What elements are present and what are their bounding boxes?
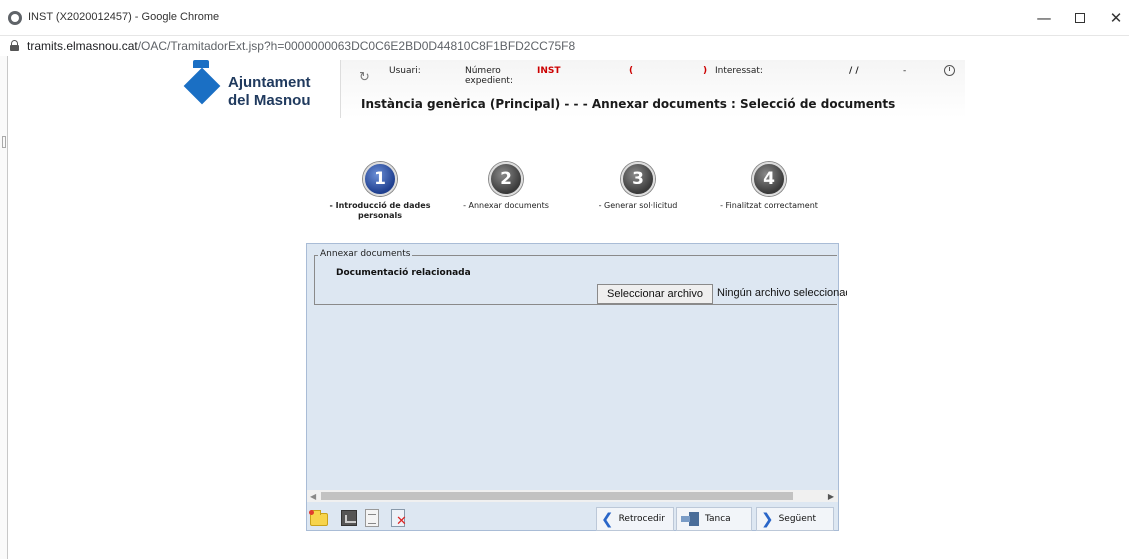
maximize-icon: [1075, 13, 1085, 23]
step-2: 2 - Annexar documents: [446, 162, 566, 211]
minimize-button[interactable]: —: [1024, 4, 1064, 32]
back-label: Retrocedir: [618, 514, 665, 524]
horizontal-scrollbar[interactable]: ◀ ▶: [307, 490, 838, 502]
date-value: / /: [849, 66, 859, 76]
document-icon[interactable]: [362, 508, 382, 528]
logo-line2: del Masnou: [228, 92, 311, 109]
chevron-left-icon: ❮: [601, 510, 614, 528]
step-4: 4 - Finalitzat correctament: [709, 162, 829, 211]
step-3-label: - Generar sol·licitud: [598, 201, 678, 210]
step-4-label: - Finalitzat correctament: [720, 201, 818, 210]
maximize-button[interactable]: [1060, 4, 1100, 32]
numero-label-2: expedient:: [465, 76, 513, 86]
delete-document-icon[interactable]: ✕: [389, 508, 409, 529]
scroll-right-icon[interactable]: ▶: [828, 492, 834, 501]
select-file-button[interactable]: Seleccionar archivo: [597, 284, 713, 304]
back-button[interactable]: ❮ Retrocedir: [596, 507, 674, 531]
image-icon[interactable]: [339, 508, 359, 528]
exit-door-icon: [681, 512, 701, 526]
globe-icon: [8, 11, 22, 25]
documents-panel: Annexar documents Documentació relaciona…: [306, 243, 847, 531]
chevron-right-icon: ❯: [761, 510, 774, 528]
folder-new-icon[interactable]: [309, 508, 329, 528]
step-1-label: - Introducció de dades personals: [329, 201, 431, 220]
left-window-edge: [0, 56, 8, 559]
page-title: Instància genèrica (Principal) - - - Ann…: [361, 97, 896, 111]
step-1: 1 - Introducció de dades personals: [320, 162, 440, 221]
next-button[interactable]: ❯ Següent: [756, 507, 834, 531]
interessat-label: Interessat:: [715, 66, 763, 76]
scroll-left-icon[interactable]: ◀: [310, 492, 316, 501]
file-status-text: Ningún archivo seleccionado: [717, 287, 847, 299]
lock-icon: [10, 40, 19, 51]
refresh-icon[interactable]: ↻: [359, 70, 377, 88]
step-3-number: 3: [621, 162, 655, 196]
close-button[interactable]: Tanca: [676, 507, 752, 531]
url-path: /OAC/TramitadorExt.jsp?h=0000000063DC0C6…: [137, 39, 576, 53]
step-2-number: 2: [489, 162, 523, 196]
scrollbar-thumb[interactable]: [321, 492, 793, 500]
address-bar[interactable]: tramits.elmasnou.cat/OAC/TramitadorExt.j…: [0, 36, 1129, 56]
next-label: Següent: [778, 514, 817, 524]
ajuntament-logo: Ajuntament del Masnou: [183, 58, 315, 114]
paren-open: (: [629, 66, 634, 76]
step-4-number: 4: [752, 162, 786, 196]
paren-close: ): [703, 66, 708, 76]
inst-value: INST: [537, 66, 561, 76]
annexar-fieldset: Annexar documents Documentació relaciona…: [314, 249, 847, 305]
time-separator: -: [903, 66, 907, 76]
url-text[interactable]: tramits.elmasnou.cat/OAC/TramitadorExt.j…: [27, 39, 575, 53]
emblem-icon: [183, 67, 221, 105]
url-domain: tramits.elmasnou.cat: [27, 39, 138, 53]
close-label: Tanca: [705, 514, 731, 524]
step-2-label: - Annexar documents: [463, 201, 549, 210]
step-3: 3 - Generar sol·licitud: [578, 162, 698, 211]
logo-line1: Ajuntament: [228, 74, 311, 91]
fieldset-legend: Annexar documents: [318, 249, 413, 259]
documentacio-label: Documentació relacionada: [336, 268, 471, 278]
window-titlebar: INST (X2020012457) - Google Chrome — ✕: [0, 0, 1129, 36]
procedure-header: ↻ Usuari: Número expedient: INST ( ) Int…: [340, 60, 965, 118]
usuari-label: Usuari:: [389, 66, 421, 76]
clock-icon: [944, 65, 955, 76]
step-1-number: 1: [363, 162, 397, 196]
close-window-button[interactable]: ✕: [1096, 4, 1129, 32]
window-title: INST (X2020012457) - Google Chrome: [28, 11, 220, 23]
numero-label-1: Número: [465, 66, 501, 76]
